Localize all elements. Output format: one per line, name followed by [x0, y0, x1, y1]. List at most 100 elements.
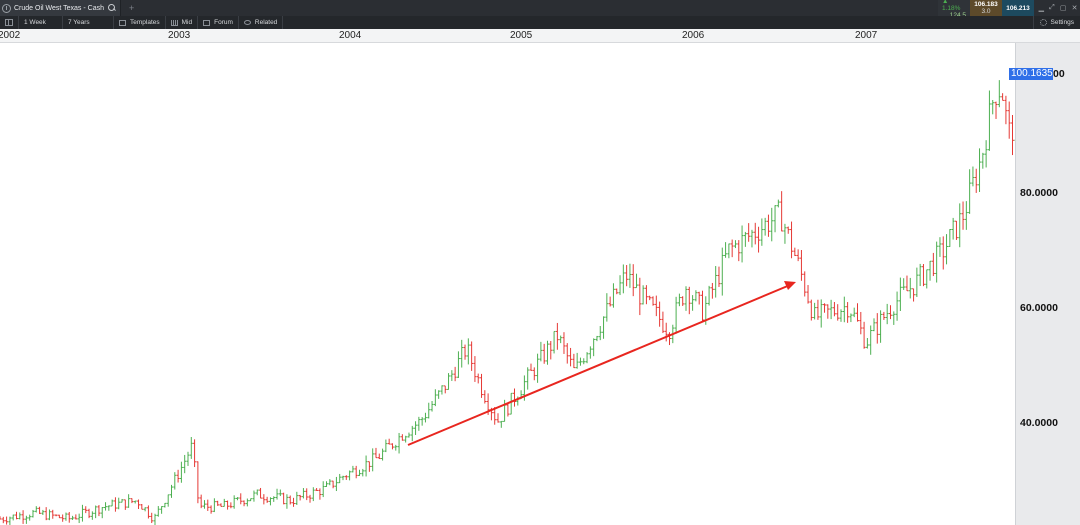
instrument-icon	[2, 3, 11, 13]
ohlc-bar	[24, 515, 28, 524]
gear-icon	[1039, 19, 1047, 26]
ohlc-bar	[978, 148, 982, 192]
ohlc-bar	[219, 503, 223, 507]
ohlc-bar	[137, 499, 141, 510]
ohlc-bar	[282, 492, 286, 505]
price-chart[interactable]	[0, 43, 1015, 525]
mid-bars-icon	[170, 19, 178, 26]
ohlc-bar	[51, 509, 55, 519]
ohlc-bar	[404, 435, 408, 443]
ohlc-bar	[235, 497, 239, 501]
ohlc-bar	[123, 499, 127, 510]
ohlc-bar	[796, 249, 800, 262]
ohlc-bar	[720, 247, 724, 296]
ohlc-bar	[875, 313, 879, 344]
settings-button[interactable]: Settings	[1032, 16, 1080, 29]
ohlc-bar	[691, 295, 695, 311]
ohlc-bar	[856, 303, 859, 322]
instrument-tab[interactable]: Crude Oil West Texas - Cash	[0, 0, 121, 16]
ohlc-bar	[301, 488, 305, 499]
ohlc-bar	[292, 497, 296, 507]
ohlc-bar	[892, 311, 896, 325]
minimize-icon[interactable]: ▁	[1039, 4, 1044, 12]
ohlc-bar	[11, 514, 15, 521]
ohlc-bar	[912, 288, 916, 302]
trend-arrow-line[interactable]	[407, 284, 791, 446]
ohlc-bar	[602, 316, 606, 339]
year-label: 2002	[0, 30, 21, 41]
ohlc-bar	[700, 290, 704, 322]
close-icon[interactable]: ✕	[1072, 4, 1078, 12]
ohlc-bar	[344, 475, 348, 480]
ohlc-bar	[997, 80, 1001, 108]
ohlc-bar	[707, 285, 711, 306]
ohlc-bar	[826, 304, 830, 319]
ohlc-bar	[648, 295, 652, 301]
ohlc-bar	[387, 438, 391, 445]
related-button[interactable]: Related	[239, 16, 284, 29]
ohlc-bar	[153, 513, 157, 525]
ohlc-bar	[532, 367, 536, 381]
ohlc-bar	[100, 507, 104, 519]
ohlc-bar	[196, 461, 200, 504]
ask-price-panel[interactable]: 106.213	[1002, 0, 1034, 16]
ohlc-bar	[351, 465, 355, 473]
ohlc-bar	[321, 481, 325, 498]
ohlc-bar	[793, 247, 797, 257]
ohlc-bar	[57, 514, 61, 519]
trend-arrow-head[interactable]	[784, 281, 796, 290]
ohlc-bar	[750, 229, 754, 248]
ohlc-bar	[740, 225, 744, 263]
ohlc-bar	[509, 392, 513, 415]
ohlc-bar	[47, 509, 51, 521]
ohlc-bar	[879, 310, 883, 343]
ohlc-bar	[463, 344, 467, 360]
ohlc-bar	[146, 505, 150, 519]
ohlc-bar	[545, 340, 549, 365]
mid-button[interactable]: Mid	[166, 16, 199, 29]
ohlc-bar	[681, 296, 685, 306]
ohlc-bar	[127, 494, 131, 508]
instrument-title: Crude Oil West Texas - Cash	[14, 4, 104, 12]
ohlc-bar	[760, 218, 764, 246]
ohlc-bar	[747, 223, 751, 242]
ohlc-bar	[80, 504, 84, 522]
ohlc-bar	[199, 494, 203, 509]
ohlc-bar	[621, 264, 625, 294]
ohlc-bar	[529, 363, 533, 371]
bid-price-panel[interactable]: 106.183 3.0	[970, 0, 1002, 16]
ohlc-bar	[414, 421, 418, 435]
add-tab-button[interactable]: +	[129, 3, 134, 13]
ohlc-bar	[674, 296, 678, 334]
ohlc-bar	[921, 264, 925, 287]
ohlc-bar	[506, 403, 510, 417]
templates-button[interactable]: Templates	[114, 16, 166, 29]
ohlc-bar	[766, 214, 770, 237]
ohlc-bar	[54, 514, 58, 517]
search-icon[interactable]	[108, 4, 116, 12]
range-select[interactable]: 7 Years	[63, 16, 114, 29]
chart-toolbar: 1 Week 7 Years Templates Mid Forum Relat…	[0, 16, 1080, 29]
forum-label: Forum	[214, 19, 233, 26]
mid-label: Mid	[181, 19, 193, 26]
restore-icon[interactable]: ▢	[1060, 4, 1067, 12]
ohlc-bar	[107, 505, 111, 511]
forum-button[interactable]: Forum	[198, 16, 239, 29]
ohlc-bar	[397, 432, 401, 454]
layout-grid-button[interactable]	[0, 16, 19, 29]
price-axis[interactable]: 80.0000 60.0000 40.0000	[1015, 43, 1080, 525]
ohlc-bar	[166, 494, 170, 507]
ohlc-bar	[852, 307, 856, 318]
ask-price: 106.213	[1006, 4, 1030, 12]
ohlc-bar	[832, 302, 836, 317]
ohlc-bar	[865, 337, 869, 349]
interval-select[interactable]: 1 Week	[19, 16, 63, 29]
ohlc-bar	[809, 299, 813, 321]
popout-icon[interactable]: ⤢	[1049, 4, 1055, 12]
ohlc-bar	[384, 439, 388, 453]
ohlc-bar	[140, 503, 144, 510]
ohlc-bar	[724, 242, 728, 258]
ohlc-bar	[888, 305, 892, 320]
ohlc-bar	[908, 277, 912, 299]
ohlc-bar	[245, 498, 249, 507]
